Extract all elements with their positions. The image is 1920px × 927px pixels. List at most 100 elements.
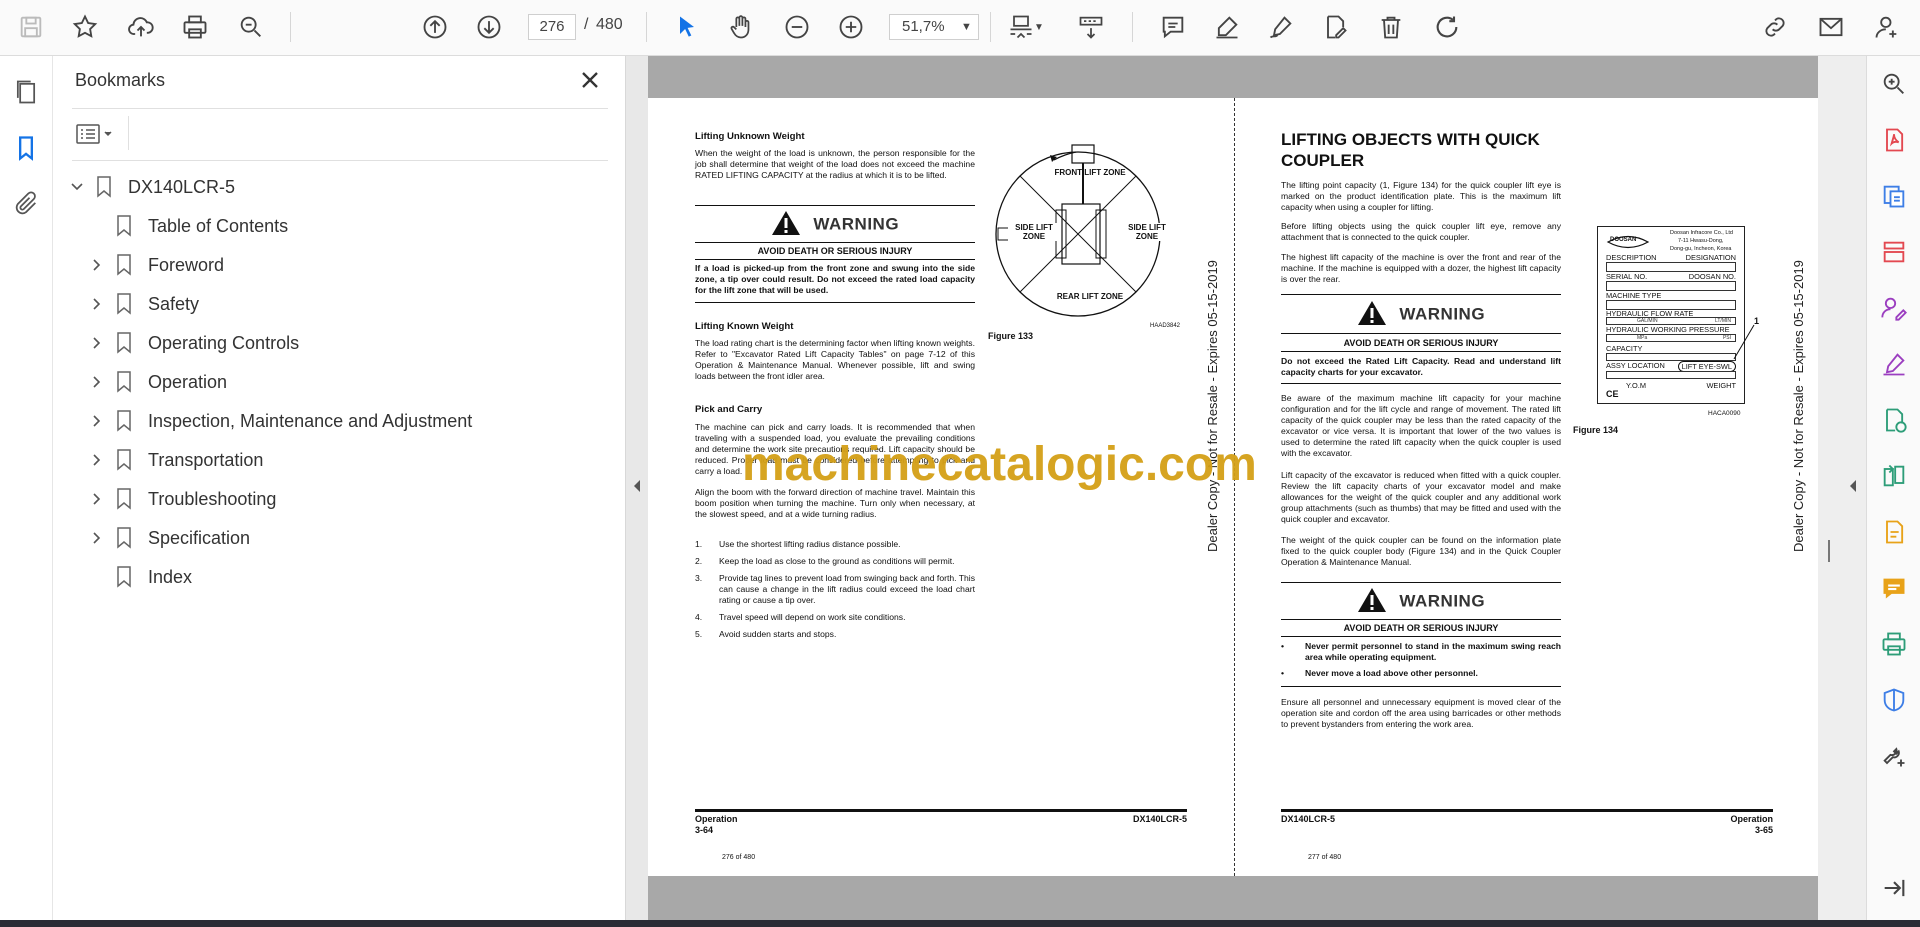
send-for-review-icon[interactable] bbox=[1880, 406, 1908, 434]
bookmark-label: Foreword bbox=[148, 254, 225, 275]
scrolling-mode-icon[interactable] bbox=[1074, 10, 1108, 44]
bookmark-index[interactable]: Index bbox=[116, 562, 192, 592]
scan-print-icon[interactable] bbox=[1880, 630, 1908, 658]
bookmarks-icon[interactable] bbox=[12, 134, 40, 162]
page-title: LIFTING OBJECTS WITH QUICK COUPLER bbox=[1281, 130, 1540, 170]
chevron-left-icon[interactable] bbox=[1848, 478, 1858, 494]
bookmark-safety[interactable]: Safety bbox=[88, 289, 199, 319]
list-item: 2. Keep the load as close to the ground a… bbox=[695, 556, 955, 566]
account-icon[interactable] bbox=[1870, 10, 1904, 44]
attachments-icon[interactable] bbox=[12, 190, 40, 218]
chevron-right-icon[interactable] bbox=[88, 256, 106, 274]
draw-freehand-icon[interactable] bbox=[1264, 10, 1298, 44]
warning-triangle-icon bbox=[1357, 587, 1387, 618]
left-panel-collapse-handle[interactable] bbox=[626, 56, 648, 920]
page-thumbnails-icon[interactable] bbox=[12, 78, 40, 106]
footer-page-number: 3-65 bbox=[1754, 825, 1773, 835]
figure-caption: Figure 134 bbox=[1573, 425, 1619, 435]
taskbar-strip bbox=[0, 920, 1920, 927]
warning-text-2: Do not exceed the Rated Lift Capacity. R… bbox=[1281, 356, 1561, 377]
side-watermark-text: Dealer Copy - Not for Resale - Expires 0… bbox=[1791, 260, 1806, 552]
chevron-down-icon[interactable]: ▼ bbox=[1032, 10, 1046, 44]
protect-shield-icon[interactable] bbox=[1880, 686, 1908, 714]
close-icon[interactable] bbox=[576, 66, 604, 94]
edit-pdf-icon[interactable] bbox=[1880, 518, 1908, 546]
figure-code: HAAD3842 bbox=[1150, 323, 1181, 329]
compare-files-icon[interactable] bbox=[1880, 462, 1908, 490]
export-pdf-icon[interactable] bbox=[1880, 126, 1908, 154]
bookmark-label: Operation bbox=[148, 371, 228, 392]
fill-and-sign-icon[interactable] bbox=[1880, 350, 1908, 378]
hand-tool-icon[interactable] bbox=[724, 10, 758, 44]
highlight-icon[interactable] bbox=[1210, 10, 1244, 44]
chevron-right-icon[interactable] bbox=[88, 451, 106, 469]
bookmark-label: Specification bbox=[148, 527, 251, 548]
previous-page-icon[interactable] bbox=[418, 10, 452, 44]
heading-pick-carry: Pick and Carry bbox=[695, 404, 763, 415]
bookmark-options-button[interactable] bbox=[74, 120, 120, 148]
share-link-icon[interactable] bbox=[1758, 10, 1792, 44]
chevron-right-icon[interactable] bbox=[88, 529, 106, 547]
fill-sign-icon[interactable] bbox=[1318, 10, 1352, 44]
create-pdf-icon[interactable] bbox=[1880, 182, 1908, 210]
rotate-icon[interactable] bbox=[1430, 10, 1464, 44]
bookmark-icon bbox=[116, 449, 132, 471]
footer-section: Operation bbox=[1730, 814, 1773, 824]
chevron-down-icon[interactable]: ▼ bbox=[961, 14, 972, 40]
text-p6: The weight of the quick coupler can be f… bbox=[1281, 535, 1561, 567]
bookmark-icon bbox=[96, 176, 112, 198]
chevron-right-icon[interactable] bbox=[88, 412, 106, 430]
save-icon[interactable] bbox=[14, 10, 48, 44]
star-icon[interactable] bbox=[68, 10, 102, 44]
search-zoom-icon[interactable] bbox=[1880, 70, 1908, 98]
bookmark-specification[interactable]: Specification bbox=[88, 523, 250, 553]
bookmark-root[interactable]: DX140LCR-5 bbox=[68, 172, 235, 202]
chevron-right-icon[interactable] bbox=[88, 373, 106, 391]
bookmark-troubleshooting[interactable]: Troubleshooting bbox=[88, 484, 276, 514]
chevron-right-icon[interactable] bbox=[88, 295, 106, 313]
zoom-in-icon[interactable] bbox=[834, 10, 868, 44]
chevron-right-icon[interactable] bbox=[88, 334, 106, 352]
right-panel-collapse-handle[interactable] bbox=[1818, 56, 1866, 920]
page-separator: / bbox=[584, 16, 589, 33]
bookmark-icon bbox=[116, 371, 132, 393]
callout-number: 1 bbox=[1754, 316, 1760, 326]
more-tools-icon[interactable] bbox=[1880, 742, 1908, 770]
chevron-down-icon[interactable] bbox=[68, 178, 86, 196]
bookmark-operation[interactable]: Operation bbox=[88, 367, 227, 397]
side-watermark-text: Dealer Copy - Not for Resale - Expires 0… bbox=[1205, 260, 1220, 552]
organize-pages-icon[interactable] bbox=[1880, 238, 1908, 266]
warning-text-1: If a load is picked-up from the front zo… bbox=[695, 263, 975, 295]
page-number-input[interactable]: 276 bbox=[528, 14, 576, 40]
comment-icon[interactable] bbox=[1156, 10, 1190, 44]
chevron-left-icon[interactable] bbox=[632, 478, 642, 494]
warning-bullets: • Never permit personnel to stand in the … bbox=[1281, 641, 1561, 679]
bookmark-label: Troubleshooting bbox=[148, 488, 277, 509]
text-lifting-unknown: When the weight of the load is unknown, … bbox=[695, 148, 975, 180]
comment-tool-icon[interactable] bbox=[1880, 574, 1908, 602]
delete-icon[interactable] bbox=[1374, 10, 1408, 44]
select-cursor-icon[interactable] bbox=[670, 10, 704, 44]
bookmark-label: Transportation bbox=[148, 449, 264, 470]
zoom-out-icon[interactable] bbox=[780, 10, 814, 44]
scroll-grip[interactable] bbox=[1828, 540, 1830, 562]
bookmark-icon bbox=[116, 527, 132, 549]
find-text-icon[interactable] bbox=[234, 10, 268, 44]
cloud-upload-icon[interactable] bbox=[124, 10, 158, 44]
page-gap-top bbox=[648, 56, 1818, 98]
page-gap-bottom bbox=[648, 876, 1818, 920]
warning-triangle-icon bbox=[1357, 300, 1387, 331]
expand-panel-icon[interactable] bbox=[1880, 874, 1908, 902]
bookmark-transportation[interactable]: Transportation bbox=[88, 445, 263, 475]
email-icon[interactable] bbox=[1814, 10, 1848, 44]
figure-code: HACA0090 bbox=[1708, 410, 1741, 417]
bookmark-inspection[interactable]: Inspection, Maintenance and Adjustment bbox=[88, 406, 472, 436]
print-icon[interactable] bbox=[178, 10, 212, 44]
next-page-icon[interactable] bbox=[472, 10, 506, 44]
chevron-right-icon[interactable] bbox=[88, 490, 106, 508]
site-watermark: machinecatalogic.com bbox=[742, 438, 1257, 491]
bookmark-operating-controls[interactable]: Operating Controls bbox=[88, 328, 299, 358]
bookmark-foreword[interactable]: Foreword bbox=[88, 250, 224, 280]
request-signatures-icon[interactable] bbox=[1880, 294, 1908, 322]
bookmark-table-of-contents[interactable]: Table of Contents bbox=[116, 211, 288, 241]
